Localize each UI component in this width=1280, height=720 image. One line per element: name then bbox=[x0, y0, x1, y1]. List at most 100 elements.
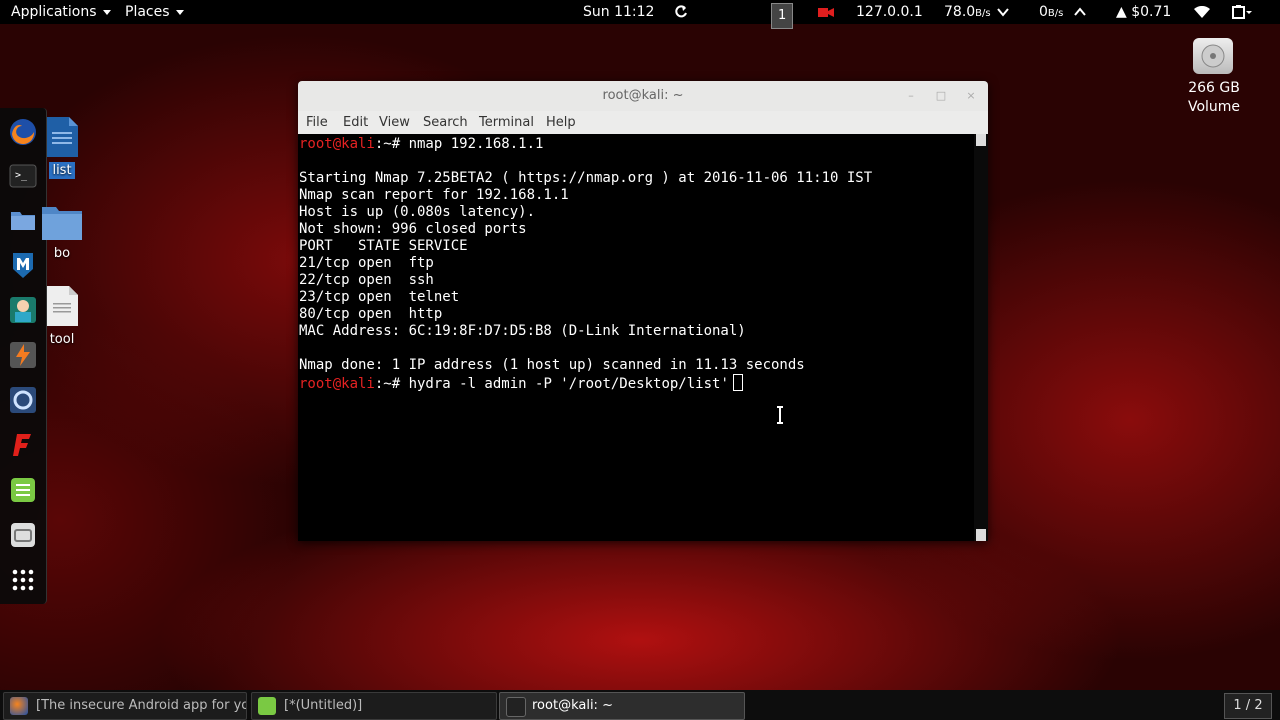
task-label: root@kali: ~ bbox=[532, 698, 613, 713]
desktop-icon-tool[interactable]: tool bbox=[42, 285, 82, 348]
task-label: [The insecure Android app for you... bbox=[36, 698, 247, 713]
terminal-window: root@kali: ~ – □ × File Edit View Search… bbox=[298, 81, 988, 541]
prompt-suffix: :~# bbox=[374, 376, 409, 392]
task-leafpad[interactable]: [*(Untitled)] bbox=[251, 692, 497, 720]
power-menu-icon[interactable] bbox=[1232, 0, 1252, 24]
task-label: [*(Untitled)] bbox=[284, 698, 363, 713]
chevron-down-icon bbox=[102, 9, 111, 15]
upload-rate-value: 0 bbox=[1039, 4, 1048, 20]
terminal-prompt-line: root@kali:~# nmap 192.168.1.1 bbox=[299, 136, 974, 153]
terminal-output[interactable]: root@kali:~# nmap 192.168.1.1 Starting Nm… bbox=[298, 134, 974, 541]
text-file-icon bbox=[47, 286, 78, 326]
desktop-icon-bo[interactable]: bo bbox=[40, 203, 84, 262]
places-label: Places bbox=[125, 4, 170, 20]
menu-search[interactable]: Search bbox=[423, 115, 468, 130]
titlebar[interactable]: root@kali: ~ – □ × bbox=[298, 81, 988, 111]
terminal-output-line: 80/tcp open http bbox=[299, 306, 443, 322]
terminal-icon bbox=[506, 697, 526, 717]
faraday-icon[interactable] bbox=[9, 431, 37, 459]
burpsuite-icon[interactable] bbox=[9, 341, 37, 369]
terminal-output-line: MAC Address: 6C:19:8F:D7:D5:B8 (D-Link I… bbox=[299, 323, 746, 339]
desktop-icon-list[interactable]: list bbox=[42, 116, 82, 179]
maximize-icon[interactable]: □ bbox=[934, 89, 948, 103]
minimize-icon[interactable]: – bbox=[904, 89, 918, 103]
firefox-icon bbox=[10, 697, 28, 715]
menu-help[interactable]: Help bbox=[546, 115, 576, 130]
prompt-user: root@kali bbox=[299, 136, 375, 152]
scrollbar-down[interactable] bbox=[976, 529, 986, 541]
applications-menu[interactable]: Applications bbox=[11, 0, 111, 24]
wifi-icon[interactable] bbox=[1194, 0, 1210, 24]
ip-address: 127.0.0.1 bbox=[856, 4, 923, 20]
ibeam-cursor-icon bbox=[777, 406, 783, 424]
download-rate-value: 78.0 bbox=[944, 4, 976, 20]
terminal-output-line: Not shown: 996 closed ports bbox=[299, 221, 527, 237]
workspace-indicator[interactable]: 1 bbox=[771, 3, 794, 29]
prompt-suffix: :~# bbox=[374, 136, 409, 152]
firefox-icon[interactable] bbox=[9, 118, 37, 146]
folder-icon bbox=[42, 207, 82, 240]
terminal-output-line: PORT STATE SERVICE bbox=[299, 238, 468, 254]
menu-view[interactable]: View bbox=[379, 115, 410, 130]
desktop-icon-label: bo bbox=[53, 246, 71, 261]
upload-chevron-icon bbox=[1074, 0, 1086, 24]
menu-terminal[interactable]: Terminal bbox=[479, 115, 534, 130]
upload-rate-unit: B/s bbox=[1047, 8, 1064, 19]
prompt-user: root@kali bbox=[299, 376, 375, 392]
show-apps-icon[interactable] bbox=[9, 566, 37, 594]
workspace-pager[interactable]: 1 / 2 bbox=[1224, 693, 1272, 719]
desktop-icon-label: tool bbox=[49, 332, 75, 347]
command-text: nmap 192.168.1.1 bbox=[408, 136, 544, 152]
maltego-icon[interactable] bbox=[9, 386, 37, 414]
terminal-output-line: Starting Nmap 7.25BETA2 ( https://nmap.o… bbox=[299, 170, 873, 186]
dock: >_ bbox=[0, 108, 47, 604]
terminal-output-line: 23/tcp open telnet bbox=[299, 289, 460, 305]
terminal-icon[interactable]: >_ bbox=[9, 162, 37, 190]
settings-icon[interactable] bbox=[9, 521, 37, 549]
chevron-down-icon bbox=[175, 9, 184, 15]
leafpad-icon bbox=[258, 697, 276, 715]
refresh-icon[interactable] bbox=[674, 0, 688, 24]
terminal-output-line: Nmap done: 1 IP address (1 host up) scan… bbox=[299, 357, 805, 373]
menubar: File Edit View Search Terminal Help bbox=[298, 111, 988, 134]
download-rate-unit: B/s bbox=[975, 8, 991, 19]
menu-file[interactable]: File bbox=[306, 115, 328, 130]
stock-ticker[interactable]: ▲ $0.71 bbox=[1116, 0, 1171, 24]
volume-size: 266 GB bbox=[1188, 80, 1240, 96]
close-icon[interactable]: × bbox=[964, 89, 978, 103]
terminal-output-line: 21/tcp open ftp bbox=[299, 255, 434, 271]
task-terminal[interactable]: root@kali: ~ bbox=[499, 692, 745, 720]
desktop-icon-label: list bbox=[49, 162, 75, 179]
terminal-prompt-line: root@kali:~# hydra -l admin -P '/root/De… bbox=[299, 374, 974, 392]
text-cursor bbox=[732, 374, 743, 391]
scrollbar-up[interactable] bbox=[976, 134, 986, 146]
download-chevron-icon bbox=[997, 0, 1009, 24]
armitage-icon[interactable] bbox=[9, 296, 37, 324]
window-title: root@kali: ~ bbox=[602, 88, 684, 103]
svg-text:>_: >_ bbox=[15, 170, 28, 181]
clock[interactable]: Sun 11:12 bbox=[583, 0, 654, 24]
top-panel: Applications Places Sun 11:12 1 127.0.0.… bbox=[0, 0, 1280, 29]
scrollbar[interactable] bbox=[974, 134, 988, 541]
taskbar: [The insecure Android app for you... [*(… bbox=[0, 690, 1280, 720]
applications-label: Applications bbox=[11, 4, 97, 20]
leafpad-icon[interactable] bbox=[9, 476, 37, 504]
files-icon[interactable] bbox=[9, 206, 37, 234]
document-icon bbox=[47, 117, 78, 157]
task-browser[interactable]: [The insecure Android app for you... bbox=[3, 692, 247, 720]
command-text: hydra -l admin -P '/root/Desktop/list' bbox=[408, 376, 729, 392]
menu-edit[interactable]: Edit bbox=[343, 115, 368, 130]
drive-icon[interactable] bbox=[1193, 38, 1233, 74]
volume-label: Volume bbox=[1187, 99, 1241, 115]
metasploit-icon[interactable] bbox=[9, 251, 37, 279]
upload-rate: 0B/s bbox=[1039, 0, 1063, 24]
places-menu[interactable]: Places bbox=[125, 0, 184, 24]
terminal-output-line: Host is up (0.080s latency). bbox=[299, 204, 536, 220]
desktop-icon-volume[interactable]: 266 GB Volume bbox=[1180, 79, 1248, 117]
terminal-output-line: 22/tcp open ssh bbox=[299, 272, 434, 288]
terminal-output-line: Nmap scan report for 192.168.1.1 bbox=[299, 187, 569, 203]
recorder-icon[interactable] bbox=[818, 0, 834, 24]
download-rate: 78.0B/s bbox=[944, 0, 991, 24]
